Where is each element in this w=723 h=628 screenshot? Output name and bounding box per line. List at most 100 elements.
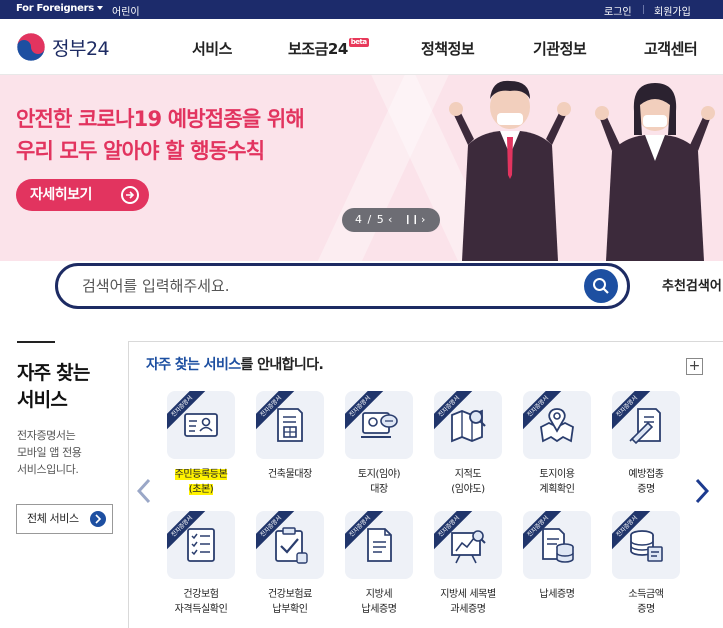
nav-subsidy24[interactable]: 보조금24 beta xyxy=(288,38,369,59)
join-link[interactable]: 회원가입 xyxy=(654,3,691,18)
banner-illustration-people xyxy=(449,80,715,261)
recommended-keywords-label: 추천검색어 xyxy=(662,279,722,294)
pause-icon[interactable]: ❙❙ xyxy=(404,208,419,232)
heading-rest: 를 안내합니다. xyxy=(240,357,324,373)
search-area: 추천검색어 xyxy=(0,261,723,335)
search-button[interactable] xyxy=(584,269,618,303)
service-icon-box: 전자증명서 xyxy=(256,391,324,459)
service-health-insurance-eligibility[interactable]: 전자증명서 건강보험 자격득실확인 xyxy=(160,511,242,617)
banner-pager: 4 / 5 ‹ ❙❙ › xyxy=(342,208,440,232)
label-line1: 건강보험 xyxy=(183,589,219,600)
banner-page-count: 4 / 5 xyxy=(355,213,385,226)
site-logo[interactable]: 정부24 xyxy=(16,32,110,62)
coins-icon xyxy=(630,530,663,562)
desc-line3: 서비스입니다. xyxy=(17,463,79,476)
all-services-button[interactable]: 전체 서비스 xyxy=(16,504,113,534)
checklist-icon xyxy=(187,528,215,562)
service-label: 지적도 (임야도) xyxy=(427,467,509,497)
banner-more-button[interactable]: 자세히보기 xyxy=(16,179,149,211)
beta-badge: beta xyxy=(348,38,369,47)
label-line1: 예방접종 xyxy=(628,469,664,480)
label-line2: 과세증명 xyxy=(450,604,486,615)
top-utility-bar: For Foreigners 어린이 로그인 회원가입 xyxy=(0,0,723,19)
service-building-register[interactable]: 전자증명서 건축물대장 xyxy=(249,391,331,482)
nav-label: 고객센터 xyxy=(644,40,698,58)
nav-customer-center[interactable]: 고객센터 xyxy=(644,38,698,59)
service-label: 주민등록등본 (초본) xyxy=(160,467,242,497)
top-divider xyxy=(643,5,644,14)
label-line2: 증명 xyxy=(637,484,655,495)
label-line2: 자격득실확인 xyxy=(174,604,228,615)
label-line1: 지방세 세목별 xyxy=(440,589,496,600)
services-panel: 자주 찾는 서비스를 안내합니다. + 전자증명서 주민등록등본 (초본) 전자증… xyxy=(128,341,723,628)
chevron-left-icon[interactable]: ‹ xyxy=(388,208,392,232)
label-line1: 건강보험료 xyxy=(267,589,312,600)
search-icon xyxy=(593,278,609,294)
arrow-right-circle-icon xyxy=(121,186,139,204)
banner-title: 안전한 코로나19 예방접종을 위해 우리 모두 알아야 할 행동수칙 xyxy=(16,103,305,167)
service-label: 건축물대장 xyxy=(249,467,331,482)
syringe-doc-icon xyxy=(629,408,661,445)
service-health-insurance-payment[interactable]: 전자증명서 건강보험료납부확인 xyxy=(249,511,331,617)
service-land-use-plan[interactable]: 전자증명서 토지이용 계획확인 xyxy=(516,391,598,497)
frequent-services-desc: 전자증명서는 모바일 앱 전용 서비스입니다. xyxy=(17,427,82,478)
service-local-tax-by-item[interactable]: 전자증명서 지방세 세목별과세증명 xyxy=(427,511,509,617)
label-line1: 건축물대장 xyxy=(267,469,312,480)
label-line1: 소득금액 xyxy=(628,589,664,600)
service-icon-box: 전자증명서 xyxy=(256,511,324,579)
service-land-register[interactable]: 전자증명서 토지(임야) 대장 xyxy=(338,391,420,497)
service-tax-payment-cert[interactable]: 전자증명서 납세증명 xyxy=(516,511,598,602)
service-label: 소득금액 증명 xyxy=(605,587,687,617)
nav-policy[interactable]: 정책정보 xyxy=(421,38,475,59)
for-foreigners-menu[interactable]: For Foreigners xyxy=(16,3,103,14)
service-label: 토지이용계획확인 xyxy=(516,467,598,497)
taegeuk-logo-icon xyxy=(16,32,46,62)
label-line2: 납부확인 xyxy=(272,604,308,615)
carousel-next-icon[interactable] xyxy=(695,478,709,504)
service-icon-box: 전자증명서 xyxy=(434,511,502,579)
chevron-right-icon[interactable]: › xyxy=(421,208,425,232)
label-line1: 토지(임야) xyxy=(357,469,401,480)
caret-down-icon xyxy=(96,6,103,10)
chevron-right-circle-icon xyxy=(90,511,106,527)
service-label: 토지(임야) 대장 xyxy=(338,467,420,497)
carousel-prev-icon[interactable] xyxy=(137,478,151,504)
title-line1: 자주 찾는 xyxy=(17,362,90,384)
service-icon-box: 전자증명서 xyxy=(612,391,680,459)
nav-services[interactable]: 서비스 xyxy=(192,38,232,59)
all-services-label: 전체 서비스 xyxy=(27,512,79,525)
service-vaccination-cert[interactable]: 전자증명서 예방접종증명 xyxy=(605,391,687,497)
service-resident-registration[interactable]: 전자증명서 주민등록등본 (초본) xyxy=(160,391,242,497)
kids-link[interactable]: 어린이 xyxy=(112,3,140,18)
label-line2: 계획확인 xyxy=(539,484,575,495)
map-pin-icon xyxy=(540,408,574,443)
for-foreigners-label: For Foreigners xyxy=(16,3,94,14)
service-income-amount-cert[interactable]: 전자증명서 소득금액 증명 xyxy=(605,511,687,617)
expand-plus-button[interactable]: + xyxy=(686,358,703,375)
chart-board-icon xyxy=(451,530,486,564)
document-icon xyxy=(367,528,392,562)
nav-label: 서비스 xyxy=(192,40,232,58)
label-line1: 토지이용 xyxy=(539,469,575,480)
label-line1: 지방세 xyxy=(365,589,393,600)
nav-agency[interactable]: 기관정보 xyxy=(533,38,587,59)
desc-line2: 모바일 앱 전용 xyxy=(17,446,82,459)
service-label: 예방접종증명 xyxy=(605,467,687,497)
id-card-icon xyxy=(184,413,218,437)
label-line2: (임야도) xyxy=(451,484,485,495)
service-cadastral-map[interactable]: 전자증명서 지적도 (임야도) xyxy=(427,391,509,497)
map-search-icon xyxy=(451,409,486,443)
label-line2: 대장 xyxy=(370,484,388,495)
label-line1: 지적도 xyxy=(454,469,482,480)
service-local-tax-payment[interactable]: 전자증명서 지방세 납세증명 xyxy=(338,511,420,617)
search-box xyxy=(55,263,630,309)
heading-highlight: 자주 찾는 서비스 xyxy=(146,357,241,373)
banner-title-line2: 우리 모두 알아야 할 행동수칙 xyxy=(16,139,265,163)
login-link[interactable]: 로그인 xyxy=(604,3,632,18)
search-input[interactable] xyxy=(82,274,562,298)
coin-doc-icon xyxy=(542,528,574,563)
desc-line1: 전자증명서는 xyxy=(17,429,76,442)
service-label: 건강보험자격득실확인 xyxy=(160,587,242,617)
banner-title-line1: 안전한 코로나19 예방접종을 위해 xyxy=(16,107,305,131)
main-banner: 안전한 코로나19 예방접종을 위해 우리 모두 알아야 할 행동수칙 자세히보… xyxy=(0,75,723,261)
